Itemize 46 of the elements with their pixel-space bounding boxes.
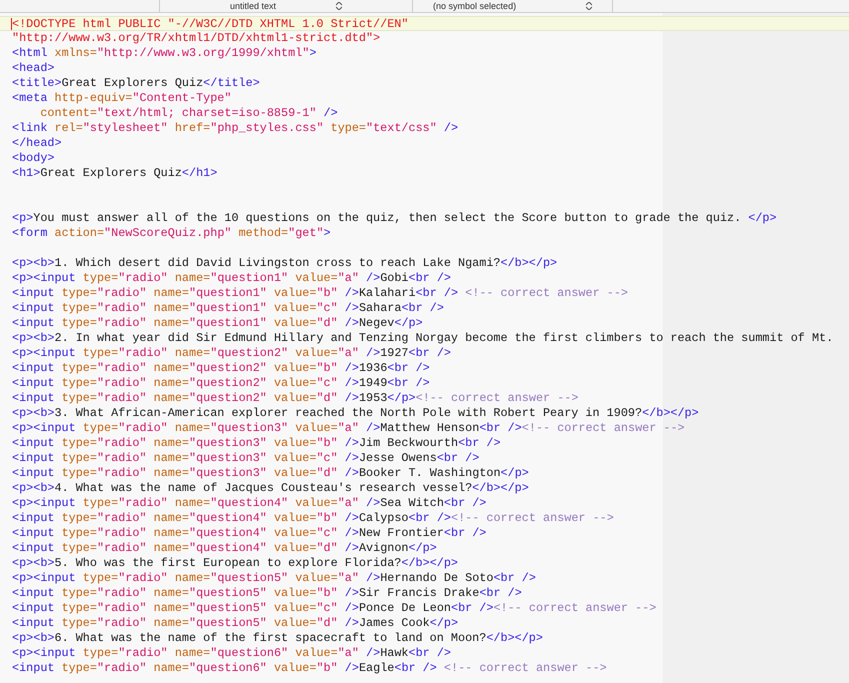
symbol-menu[interactable]: (no symbol selected) xyxy=(413,0,614,12)
code-line: <p><input type="radio" name="question5" value="a" />Hernando De Soto<br /> xyxy=(11,571,537,586)
code-line: <html xmlns="http://www.w3.org/1999/xhtml"> xyxy=(11,46,318,61)
code-line: <head> xyxy=(11,61,56,76)
code-line: <input type="radio" name="question1" value="b" />Kalahari<br /> <!-- correct answer --> xyxy=(11,286,629,301)
code-line: <link rel="stylesheet" href="php_styles.css" type="text/css" /> xyxy=(11,121,460,136)
code-line: <input type="radio" name="question3" value="d" />Booker T. Washington</p> xyxy=(11,466,530,481)
code-line: <input type="radio" name="question5" value="c" />Ponce De Leon<br /><!-- correct answer --> xyxy=(11,601,658,616)
code-line: <p>You must answer all of the 10 questions on the quiz, then select the Score button to grade the quiz. </p> xyxy=(11,211,778,226)
code-line: content="text/html; charset=iso-8859-1" /> xyxy=(39,106,339,121)
code-line: <input type="radio" name="question4" value="c" />New Frontier<br /> xyxy=(11,526,488,541)
code-line: <input type="radio" name="question6" value="b" />Eagle<br /> <!-- correct answer --> xyxy=(11,661,608,676)
code-line: <p><b>3. What African-American explorer reached the North Pole with Robert Peary in 1909?</b></p> xyxy=(11,406,700,421)
code-line: <p><input type="radio" name="question2" value="a" />1927<br /> xyxy=(11,346,452,361)
document-menu[interactable]: untitled text xyxy=(160,0,414,12)
code-line: <input type="radio" name="question3" value="c" />Jesse Owens<br /> xyxy=(11,451,480,466)
code-line: <p><b>4. What was the name of Jacques Cousteau's research vessel?</b></p> xyxy=(11,481,530,496)
dropdown-caret-icon xyxy=(336,2,342,10)
code-line: <input type="radio" name="question3" value="b" />Jim Beckwourth<br /> xyxy=(11,436,502,451)
code-line: <body> xyxy=(11,151,56,166)
code-line: <title>Great Explorers Quiz</title> xyxy=(11,76,261,91)
code-line: <input type="radio" name="question4" value="d" />Avignon</p> xyxy=(11,541,438,556)
code-line: <p><input type="radio" name="question6" value="a" />Hawk<br /> xyxy=(11,646,452,661)
code-line: </head> xyxy=(11,136,63,151)
text-cursor xyxy=(11,18,12,30)
code-line: <input type="radio" name="question2" value="b" />1936<br /> xyxy=(11,361,431,376)
code-line: <input type="radio" name="question4" value="b" />Calypso<br /><!-- correct answer --> xyxy=(11,511,615,526)
code-line: <p><b>5. Who was the first European to explore Florida?</b></p> xyxy=(11,556,460,571)
code-line: <input type="radio" name="question2" value="d" />1953</p><!-- correct answer --> xyxy=(11,391,580,406)
code-line: <p><input type="radio" name="question1" value="a" />Gobi<br /> xyxy=(11,271,452,286)
code-line: <input type="radio" name="question1" value="d" />Negev</p> xyxy=(11,316,424,331)
code-line: <input type="radio" name="question5" value="d" />James Cook</p> xyxy=(11,616,460,631)
dropdown-caret-icon xyxy=(586,2,592,10)
code-line: <input type="radio" name="question1" value="c" />Sahara<br /> xyxy=(11,301,445,316)
code-line: "http://www.w3.org/TR/xhtml1/DTD/xhtml1-strict.dtd"> xyxy=(11,31,382,46)
code-editor[interactable] xyxy=(0,13,849,683)
code-line: <input type="radio" name="question2" value="c" />1949<br /> xyxy=(11,376,431,391)
code-line: <p><b>2. In what year did Sir Edmund Hillary and Tenzing Norgay become the first climbers to reach the summit of Mt. xyxy=(11,331,834,346)
code-line: <p><input type="radio" name="question4" value="a" />Sea Witch<br /> xyxy=(11,496,488,511)
code-line: <input type="radio" name="question5" value="b" />Sir Francis Drake<br /> xyxy=(11,586,523,601)
code-line: <p><b>1. Which desert did David Livingston cross to reach Lake Ngami?</b></p> xyxy=(11,256,558,271)
code-line: <p><input type="radio" name="question3" value="a" />Matthew Henson<br /><!-- correct answer --> xyxy=(11,421,686,436)
code-line: <p><b>6. What was the name of the first spacecraft to land on Moon?</b></p> xyxy=(11,631,544,646)
code-line: <meta http-equiv="Content-Type" xyxy=(11,91,232,106)
code-line: <h1>Great Explorers Quiz</h1> xyxy=(11,166,218,181)
code-line: <form action="NewScoreQuiz.php" method="get"> xyxy=(11,226,332,241)
